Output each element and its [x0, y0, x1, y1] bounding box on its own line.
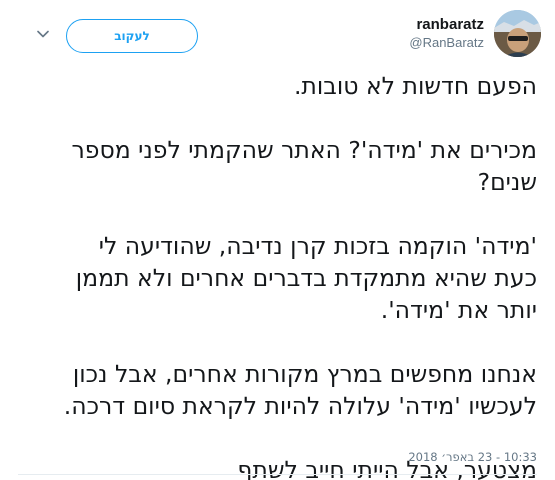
- tweet-line: 'מידה' הוקמה בזכות קרן נדיבה, שהודיעה לי: [98, 232, 537, 260]
- follow-button[interactable]: לעקוב: [66, 19, 198, 53]
- tweet-paragraph: אנחנו מחפשים במרץ מקורות אחרים, אבל נכון…: [12, 358, 537, 422]
- tweet-card: ranbaratz @RanBaratz לעקוב הפעם חדשות לא…: [0, 0, 555, 480]
- tweet-paragraph: הפעם חדשות לא טובות.: [12, 70, 537, 102]
- avatar[interactable]: [494, 10, 541, 57]
- author-handle[interactable]: @RanBaratz: [409, 34, 484, 52]
- tweet-line: יותר את 'מידה'.: [380, 296, 537, 324]
- tweet-line: כעת שהיא מתמקדת בדברים אחרים ולא תממן: [75, 264, 537, 292]
- tweet-line: הפעם חדשות לא טובות.: [293, 72, 537, 100]
- tweet-line: שנים?: [477, 168, 537, 196]
- tweet-line: מכירים את 'מידה'? האתר שהקמתי לפני מספר: [71, 136, 537, 164]
- tweet-line: לעכשיו 'מידה' עלולה להיות לקראת סיום דרכ…: [63, 392, 537, 420]
- tweet-line: אנחנו מחפשים במרץ מקורות אחרים, אבל נכון: [72, 360, 537, 388]
- author-display-name[interactable]: ranbaratz: [409, 16, 484, 34]
- tweet-text: הפעם חדשות לא טובות. מכירים את 'מידה'? ה…: [12, 70, 537, 480]
- divider: [18, 474, 537, 475]
- chevron-down-icon[interactable]: [36, 27, 50, 41]
- author-info[interactable]: ranbaratz @RanBaratz: [409, 16, 484, 52]
- tweet-timestamp[interactable]: 10:33 - 23 באפר׳ 2018: [408, 450, 537, 464]
- tweet-paragraph: מכירים את 'מידה'? האתר שהקמתי לפני מספר …: [12, 134, 537, 198]
- tweet-paragraph: 'מידה' הוקמה בזכות קרן נדיבה, שהודיעה לי…: [12, 230, 537, 326]
